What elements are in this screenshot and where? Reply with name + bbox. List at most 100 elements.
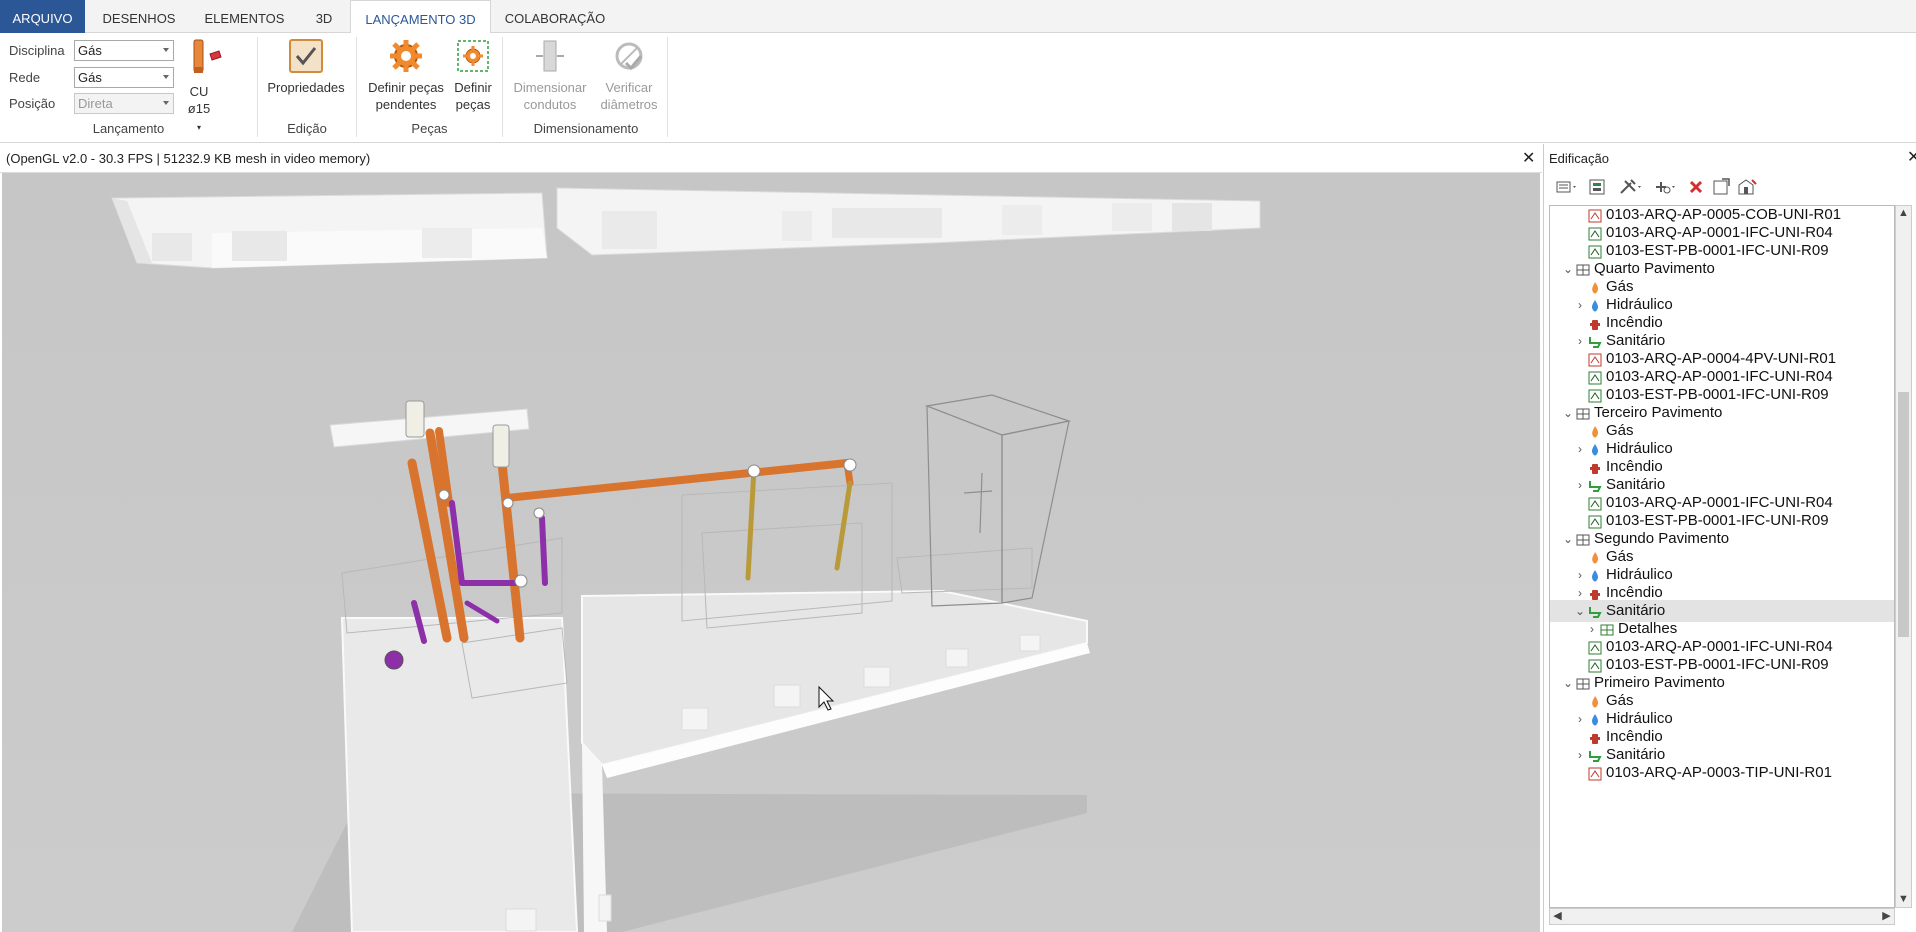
dimensionar-label-1: Dimensionar xyxy=(513,80,587,95)
posicao-value: Direta xyxy=(78,96,113,111)
details-icon xyxy=(1600,622,1614,636)
rede-select[interactable]: Gás xyxy=(74,67,174,88)
gas-flame-icon xyxy=(1588,550,1602,564)
copper-pipe-icon[interactable] xyxy=(188,37,222,77)
ifc-file-icon xyxy=(1588,244,1602,259)
toilet-icon xyxy=(1588,604,1602,618)
panel-toolbar xyxy=(1549,174,1909,200)
ifc-file-icon xyxy=(1588,388,1602,403)
verificar-label-2: diâmetros xyxy=(600,97,658,112)
group-label-pecas: Peças xyxy=(411,121,448,136)
tree-view-options-icon[interactable] xyxy=(1554,176,1580,198)
definir-pecas-button[interactable]: Definir peças xyxy=(450,37,496,113)
propriedades-button[interactable]: Propriedades xyxy=(265,37,347,96)
pdf-file-icon xyxy=(1588,208,1602,223)
panel-close-icon[interactable]: ✕ xyxy=(1907,150,1916,166)
ribbon: Disciplina Gás Rede Gás Posição Direta C… xyxy=(0,33,1916,143)
gas-flame-icon xyxy=(1588,424,1602,438)
chevron-down-icon xyxy=(163,101,169,105)
group-separator xyxy=(667,37,668,137)
fire-hydrant-icon xyxy=(1588,730,1602,744)
rede-value: Gás xyxy=(78,70,102,85)
tab-desenhos[interactable]: DESENHOS xyxy=(91,0,187,33)
scroll-right-icon[interactable]: ▶ xyxy=(1879,909,1894,924)
rede-label: Rede xyxy=(9,70,41,85)
propriedades-label: Propriedades xyxy=(267,80,345,95)
posicao-select[interactable]: Direta xyxy=(74,93,174,114)
chevron-down-icon xyxy=(163,75,169,79)
tab-colaboracao[interactable]: COLABORAÇÃO xyxy=(497,0,613,33)
ifc-file-icon xyxy=(1588,496,1602,511)
3d-viewport[interactable] xyxy=(2,173,1540,932)
dimensionar-condutos-button[interactable]: Dimensionar condutos xyxy=(508,37,592,113)
viewport-close-icon[interactable]: ✕ xyxy=(1522,151,1535,167)
water-drop-icon xyxy=(1588,712,1602,726)
gas-flame-icon xyxy=(1588,280,1602,294)
water-drop-icon xyxy=(1588,568,1602,582)
definir-pecas-label-1: Definir xyxy=(454,80,492,95)
tree-vertical-scrollbar[interactable]: ▲ ▼ xyxy=(1895,205,1912,908)
toilet-icon xyxy=(1588,334,1602,348)
fire-hydrant-icon xyxy=(1588,316,1602,330)
chevron-down-icon xyxy=(163,48,169,52)
ifc-file-icon xyxy=(1588,370,1602,385)
upper-floor-slab-left xyxy=(111,192,548,269)
definir-pecas-label-2: peças xyxy=(455,97,491,112)
floor-icon xyxy=(1576,406,1590,420)
floor-icon xyxy=(1576,676,1590,690)
building-settings-icon[interactable] xyxy=(1735,176,1761,198)
dimensionar-label-2: condutos xyxy=(523,97,577,112)
ifc-file-icon xyxy=(1588,514,1602,529)
delete-icon[interactable] xyxy=(1683,176,1709,198)
render-status-text: (OpenGL v2.0 - 30.3 FPS | 51232.9 KB mes… xyxy=(6,151,371,166)
definir-pendentes-label-2: pendentes xyxy=(375,97,437,112)
tree-node[interactable]: 0103-ARQ-AP-0003-TIP-UNI-R01 xyxy=(1550,762,1894,784)
scroll-left-icon[interactable]: ◀ xyxy=(1550,909,1565,924)
ifc-file-icon xyxy=(1588,658,1602,673)
group-label-lancamento: Lançamento xyxy=(92,121,165,136)
ifc-file-icon xyxy=(1588,226,1602,241)
add-building-icon[interactable] xyxy=(1585,176,1611,198)
disciplina-select[interactable]: Gás xyxy=(74,40,174,61)
diameter-check-icon xyxy=(615,42,643,71)
fire-hydrant-icon xyxy=(1588,586,1602,600)
scroll-up-icon[interactable]: ▲ xyxy=(1896,206,1911,221)
water-drop-icon xyxy=(1588,298,1602,312)
posicao-label: Posição xyxy=(9,96,56,111)
gas-flame-icon xyxy=(1588,694,1602,708)
add-node-icon[interactable] xyxy=(1651,176,1677,198)
building-tree[interactable]: 0103-ARQ-AP-0005-COB-UNI-R01 0103-ARQ-AP-… xyxy=(1549,205,1895,908)
scroll-down-icon[interactable]: ▼ xyxy=(1896,892,1911,907)
pipe-dimension-icon xyxy=(536,40,564,72)
properties-checkbox-icon xyxy=(289,39,323,73)
tab-elementos[interactable]: ELEMENTOS xyxy=(193,0,296,33)
export-icon[interactable] xyxy=(1709,176,1735,198)
water-drop-icon xyxy=(1588,442,1602,456)
tools-icon[interactable] xyxy=(1617,176,1643,198)
group-label-edicao: Edição xyxy=(287,121,327,136)
disciplina-label: Disciplina xyxy=(9,43,65,58)
tree-horizontal-scrollbar[interactable]: ◀ ▶ xyxy=(1549,908,1895,925)
fire-hydrant-icon xyxy=(1588,460,1602,474)
scroll-thumb[interactable] xyxy=(1898,392,1909,637)
viewport-status-bar: (OpenGL v2.0 - 30.3 FPS | 51232.9 KB mes… xyxy=(0,144,1542,173)
verificar-diametros-button[interactable]: Verificar diâmetros xyxy=(594,37,664,113)
3d-scene[interactable] xyxy=(2,173,1540,932)
floor-icon xyxy=(1576,262,1590,276)
menu-tab-bar: ARQUIVO DESENHOS ELEMENTOS 3D LANÇAMENTO… xyxy=(0,0,1916,34)
definir-pendentes-label-1: Definir peças xyxy=(368,80,444,95)
tab-arquivo[interactable]: ARQUIVO xyxy=(0,0,85,33)
tab-lancamento-3d[interactable]: LANÇAMENTO 3D xyxy=(350,0,491,34)
pdf-file-icon xyxy=(1588,352,1602,367)
material-code: CU xyxy=(189,84,209,99)
gear-icon xyxy=(390,40,422,72)
ifc-file-icon xyxy=(1588,640,1602,655)
group-label-dimensionamento: Dimensionamento xyxy=(533,121,639,136)
tree-node-label: 0103-ARQ-AP-0003-TIP-UNI-R01 xyxy=(1606,764,1832,781)
verificar-label-1: Verificar xyxy=(605,80,653,95)
gear-selection-icon xyxy=(457,40,489,72)
definir-pecas-pendentes-button[interactable]: Definir peças pendentes xyxy=(364,37,448,113)
disciplina-value: Gás xyxy=(78,43,102,58)
panel-title: Edificação xyxy=(1549,151,1609,166)
tab-3d[interactable]: 3D xyxy=(302,0,346,33)
